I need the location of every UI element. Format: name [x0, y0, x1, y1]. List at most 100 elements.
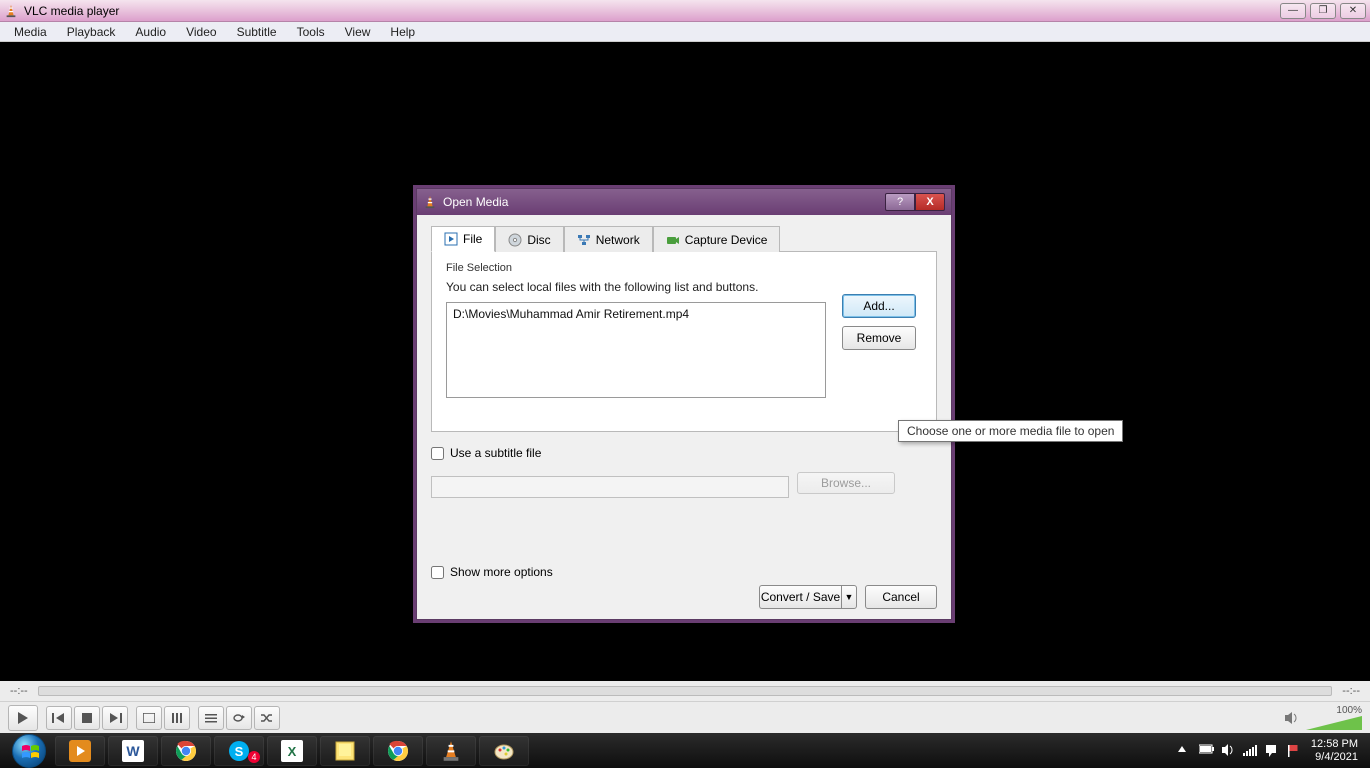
volume-control: 100%	[1284, 705, 1362, 730]
start-button[interactable]	[6, 736, 52, 766]
seek-row: --:-- --:--	[0, 681, 1370, 701]
more-options-row: Show more options	[431, 565, 553, 579]
help-icon: ?	[897, 196, 903, 208]
seek-slider[interactable]	[38, 686, 1333, 696]
convert-save-splitbutton: Convert / Save ▼	[759, 585, 857, 609]
maximize-icon: ❐	[1319, 5, 1328, 16]
skype-badge: 4	[248, 751, 260, 763]
taskbar-vlc[interactable]	[426, 736, 476, 766]
maximize-button[interactable]: ❐	[1310, 3, 1336, 19]
tab-file[interactable]: File	[431, 226, 495, 252]
tab-disc-label: Disc	[527, 233, 550, 247]
tray-volume-icon[interactable]	[1221, 744, 1235, 758]
stop-button[interactable]	[74, 706, 100, 730]
use-subtitle-checkbox[interactable]	[431, 447, 444, 460]
menu-help[interactable]: Help	[380, 23, 425, 41]
minimize-button[interactable]: —	[1280, 3, 1306, 19]
tab-file-label: File	[463, 232, 482, 246]
window-caption-buttons: — ❐ ✕	[1280, 3, 1366, 19]
taskbar-media-player[interactable]	[55, 736, 105, 766]
taskbar-paint[interactable]	[479, 736, 529, 766]
menu-subtitle[interactable]: Subtitle	[227, 23, 287, 41]
taskbar-sticky-notes[interactable]	[320, 736, 370, 766]
convert-save-dropdown[interactable]: ▼	[841, 585, 857, 609]
file-play-icon	[444, 232, 458, 246]
menu-video[interactable]: Video	[176, 23, 226, 41]
menu-media[interactable]: Media	[4, 23, 57, 41]
tray-chevron-up-icon[interactable]	[1177, 744, 1191, 758]
loop-button[interactable]	[226, 706, 252, 730]
dialog-titlebar[interactable]: Open Media ? X	[417, 189, 951, 215]
convert-save-button[interactable]: Convert / Save	[759, 585, 841, 609]
file-list[interactable]: D:\Movies\Muhammad Amir Retirement.mp4	[446, 302, 826, 398]
extended-settings-button[interactable]	[164, 706, 190, 730]
playback-controls: 100%	[0, 701, 1370, 733]
dialog-help-button[interactable]: ?	[885, 193, 915, 211]
play-button[interactable]	[8, 705, 38, 731]
subtitle-row: Use a subtitle file	[431, 446, 937, 460]
tray-network-icon[interactable]	[1243, 744, 1257, 758]
tray-clock[interactable]: 12:58 PM 9/4/2021	[1311, 738, 1358, 763]
next-button[interactable]	[102, 706, 128, 730]
svg-text:W: W	[126, 743, 140, 759]
disc-icon	[508, 233, 522, 247]
use-subtitle-label: Use a subtitle file	[450, 446, 541, 460]
tray-date: 9/4/2021	[1311, 751, 1358, 764]
time-remaining[interactable]: --:--	[1342, 685, 1360, 697]
speaker-icon[interactable]	[1284, 711, 1300, 725]
add-button[interactable]: Add...	[842, 294, 916, 318]
open-media-dialog: Open Media ? X File Disc Network	[416, 188, 952, 620]
fullscreen-button[interactable]	[136, 706, 162, 730]
file-selection-hint: You can select local files with the foll…	[446, 280, 922, 294]
tab-network[interactable]: Network	[564, 226, 653, 252]
file-list-item[interactable]: D:\Movies\Muhammad Amir Retirement.mp4	[453, 307, 819, 321]
menubar: Media Playback Audio Video Subtitle Tool…	[0, 22, 1370, 42]
chevron-down-icon: ▼	[845, 592, 854, 602]
dialog-close-button[interactable]: X	[915, 193, 945, 211]
tray-time: 12:58 PM	[1311, 738, 1358, 751]
window-titlebar: VLC media player — ❐ ✕	[0, 0, 1370, 22]
menu-playback[interactable]: Playback	[57, 23, 126, 41]
taskbar-word[interactable]: W	[108, 736, 158, 766]
svg-text:X: X	[288, 744, 297, 759]
taskbar-chrome[interactable]	[161, 736, 211, 766]
browse-button: Browse...	[797, 472, 895, 494]
close-icon: ✕	[1349, 5, 1357, 16]
window-title: VLC media player	[24, 4, 119, 18]
dialog-body: File Disc Network Capture Device File Se	[417, 215, 951, 619]
subtitle-path-input	[431, 476, 789, 498]
menu-audio[interactable]: Audio	[125, 23, 176, 41]
shuffle-button[interactable]	[254, 706, 280, 730]
volume-percent: 100%	[1336, 705, 1362, 716]
tooltip: Choose one or more media file to open	[898, 420, 1123, 442]
taskbar: W S4 X 12:58 PM 9/4/2021	[0, 733, 1370, 768]
close-window-button[interactable]: ✕	[1340, 3, 1366, 19]
tab-network-label: Network	[596, 233, 640, 247]
remove-button[interactable]: Remove	[842, 326, 916, 350]
show-more-options-checkbox[interactable]	[431, 566, 444, 579]
video-area: Open Media ? X File Disc Network	[0, 42, 1370, 681]
menu-view[interactable]: View	[335, 23, 381, 41]
tab-disc[interactable]: Disc	[495, 226, 563, 252]
tray-flag-icon[interactable]	[1287, 744, 1301, 758]
network-icon	[577, 233, 591, 247]
taskbar-excel[interactable]: X	[267, 736, 317, 766]
vlc-cone-icon	[423, 195, 437, 209]
tooltip-text: Choose one or more media file to open	[907, 424, 1114, 438]
tray-action-center-icon[interactable]	[1265, 744, 1279, 758]
file-tabpanel: File Selection You can select local file…	[431, 252, 937, 432]
taskbar-skype[interactable]: S4	[214, 736, 264, 766]
playlist-button[interactable]	[198, 706, 224, 730]
vlc-cone-icon	[4, 4, 18, 18]
file-selection-header: File Selection	[446, 262, 922, 274]
taskbar-chrome-2[interactable]	[373, 736, 423, 766]
background-blurred-text	[125, 5, 148, 17]
tab-capture[interactable]: Capture Device	[653, 226, 781, 252]
time-elapsed[interactable]: --:--	[10, 685, 28, 697]
volume-slider[interactable]	[1306, 716, 1362, 730]
minimize-icon: —	[1288, 5, 1298, 16]
menu-tools[interactable]: Tools	[287, 23, 335, 41]
cancel-button[interactable]: Cancel	[865, 585, 937, 609]
tray-battery-icon[interactable]	[1199, 744, 1213, 758]
prev-button[interactable]	[46, 706, 72, 730]
